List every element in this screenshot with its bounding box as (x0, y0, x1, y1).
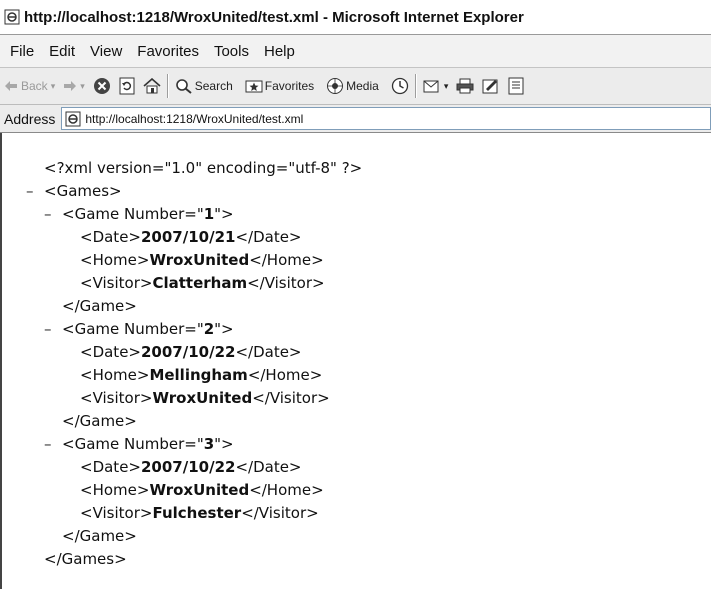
forward-dropdown-icon[interactable]: ▾ (80, 81, 85, 92)
collapse-game-toggle[interactable]: – (44, 434, 52, 454)
xml-game-close: </Game> (62, 412, 137, 430)
address-input[interactable] (85, 111, 646, 126)
address-bar: Address (0, 105, 711, 133)
xml-games-open: <Games> (44, 182, 122, 200)
xml-game-close: </Game> (62, 297, 137, 315)
ie-page-icon (4, 9, 20, 25)
back-arrow-icon (5, 81, 17, 91)
toolbar-separator (166, 74, 169, 98)
xml-content-pane: <?xml version="1.0" encoding="utf-8" ?> … (0, 133, 711, 589)
discuss-icon (508, 77, 524, 95)
favorites-label: Favorites (264, 79, 315, 93)
collapse-games-toggle[interactable]: – (26, 181, 34, 201)
xml-home-element: <Home>Mellingham</Home> (80, 366, 323, 384)
toolbar-separator (414, 74, 417, 98)
xml-visitor-element: <Visitor>Clatterham</Visitor> (80, 274, 325, 292)
search-button[interactable]: Search (175, 78, 233, 94)
back-button[interactable]: Back ▾ (4, 79, 55, 93)
xml-date-element: <Date>2007/10/22</Date> (80, 458, 302, 476)
stop-button[interactable] (93, 77, 111, 95)
xml-game-close: </Game> (62, 527, 137, 545)
browser-window: http://localhost:1218/WroxUnited/test.xm… (0, 0, 711, 589)
back-dropdown-icon[interactable]: ▾ (51, 81, 56, 92)
forward-arrow-icon (64, 81, 77, 91)
media-button[interactable]: Media (326, 77, 379, 95)
xml-game-open: <Game Number="1"> (62, 205, 234, 223)
edit-icon (482, 79, 498, 94)
menu-view[interactable]: View (90, 43, 122, 60)
back-label: Back (21, 79, 48, 93)
xml-date-element: <Date>2007/10/22</Date> (80, 343, 302, 361)
refresh-button[interactable] (119, 77, 135, 95)
page-icon (65, 111, 81, 126)
mail-button[interactable]: ▾ (423, 78, 449, 94)
favorites-icon (245, 80, 263, 93)
xml-games-close: </Games> (44, 550, 127, 568)
xml-game-open: <Game Number="2"> (62, 320, 234, 338)
home-button[interactable] (143, 78, 161, 94)
menu-favorites[interactable]: Favorites (137, 43, 199, 60)
xml-declaration: <?xml version="1.0" encoding="utf-8" ?> (44, 159, 363, 177)
edit-button[interactable] (482, 78, 500, 94)
collapse-game-toggle[interactable]: – (44, 319, 52, 339)
collapse-game-toggle[interactable]: – (44, 204, 52, 224)
print-icon (456, 78, 474, 94)
history-icon (391, 77, 408, 95)
print-button[interactable] (456, 78, 474, 94)
xml-game-open: <Game Number="3"> (62, 435, 234, 453)
xml-date-element: <Date>2007/10/21</Date> (80, 228, 302, 246)
home-icon (143, 78, 161, 94)
xml-visitor-element: <Visitor>WroxUnited</Visitor> (80, 389, 330, 407)
stop-icon (93, 78, 110, 94)
media-icon (327, 78, 344, 94)
menu-help[interactable]: Help (264, 43, 295, 60)
address-field[interactable] (61, 107, 711, 130)
window-title: http://localhost:1218/WroxUnited/test.xm… (24, 8, 524, 26)
menu-file[interactable]: File (10, 43, 34, 60)
history-button[interactable] (391, 77, 409, 95)
favorites-button[interactable]: Favorites (245, 79, 314, 93)
xml-visitor-element: <Visitor>Fulchester</Visitor> (80, 504, 319, 522)
mail-dropdown-icon[interactable]: ▾ (444, 81, 449, 92)
media-label: Media (346, 79, 379, 93)
toolbar: Back ▾ ▾ Search Favorites Media ▾ (0, 68, 711, 105)
menu-edit[interactable]: Edit (49, 43, 75, 60)
menu-tools[interactable]: Tools (214, 43, 249, 60)
refresh-icon (119, 77, 135, 95)
mail-icon (423, 80, 439, 93)
menu-bar: File Edit View Favorites Tools Help (0, 35, 711, 68)
forward-button[interactable]: ▾ (63, 80, 85, 92)
xml-home-element: <Home>WroxUnited</Home> (80, 251, 324, 269)
title-bar: http://localhost:1218/WroxUnited/test.xm… (0, 0, 711, 35)
address-label: Address (4, 110, 56, 127)
xml-home-element: <Home>WroxUnited</Home> (80, 481, 324, 499)
search-icon (175, 79, 192, 94)
discuss-button[interactable] (508, 77, 524, 95)
search-label: Search (194, 79, 233, 93)
